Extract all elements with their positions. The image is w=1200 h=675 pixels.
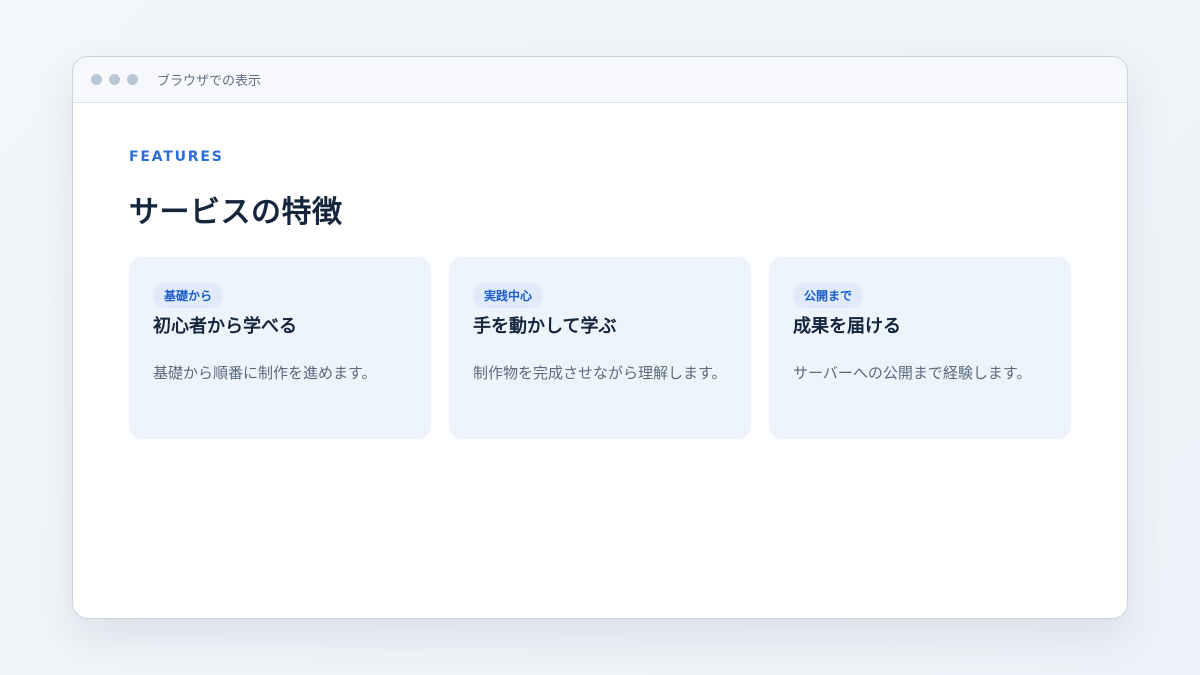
feature-title: 手を動かして学ぶ: [473, 316, 617, 337]
window-minimize-dot[interactable]: [109, 74, 120, 85]
window-maximize-dot[interactable]: [127, 74, 138, 85]
feature-description: サーバーへの公開まで経験します。: [793, 364, 1032, 382]
feature-title: 初心者から学べる: [153, 316, 297, 337]
feature-card: 基礎から 初心者から学べる 基礎から順番に制作を進めます。: [129, 257, 431, 439]
feature-badge: 基礎から: [153, 283, 224, 308]
window-title: ブラウザでの表示: [157, 74, 262, 89]
feature-badge: 実践中心: [473, 283, 544, 308]
feature-description: 基礎から順番に制作を進めます。: [153, 364, 377, 382]
feature-cards: 基礎から 初心者から学べる 基礎から順番に制作を進めます。 実践中心 手を動かし…: [129, 257, 1071, 439]
browser-window: ブラウザでの表示 FEATURES サービスの特徴 基礎から 初心者から学べる …: [72, 56, 1128, 619]
window-close-dot[interactable]: [91, 74, 102, 85]
feature-title: 成果を届ける: [793, 316, 901, 337]
window-titlebar: ブラウザでの表示: [73, 57, 1127, 103]
features-section: FEATURES サービスの特徴 基礎から 初心者から学べる 基礎から順番に制作…: [129, 149, 1071, 439]
section-heading: サービスの特徴: [129, 195, 343, 230]
section-eyebrow: FEATURES: [129, 149, 224, 165]
feature-card: 公開まで 成果を届ける サーバーへの公開まで経験します。: [769, 257, 1071, 439]
feature-card: 実践中心 手を動かして学ぶ 制作物を完成させながら理解します。: [449, 257, 751, 439]
feature-badge: 公開まで: [793, 283, 864, 308]
feature-description: 制作物を完成させながら理解します。: [473, 364, 727, 382]
